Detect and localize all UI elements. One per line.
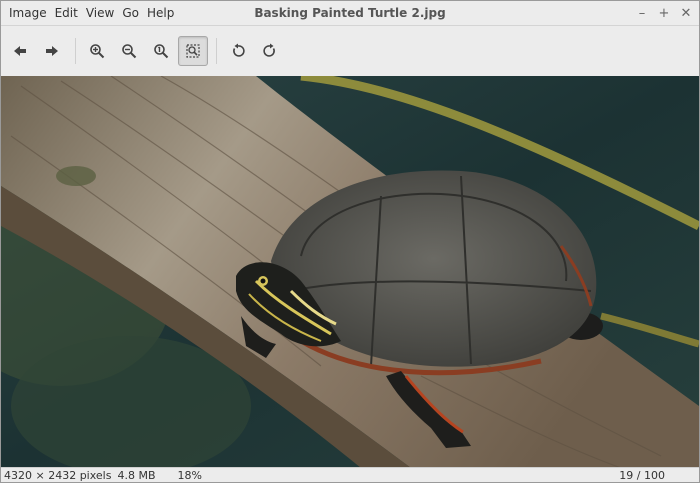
- toolbar-separator: [75, 38, 76, 64]
- image-canvas[interactable]: [1, 76, 699, 468]
- minimize-button[interactable]: –: [635, 6, 649, 21]
- title-bar: Image Edit View Go Help Basking Painted …: [1, 1, 699, 26]
- arrow-left-icon: [14, 46, 26, 56]
- image-dimensions: 4320 × 2432 pixels: [4, 468, 112, 482]
- arrow-right-icon: [46, 46, 58, 56]
- next-button[interactable]: [37, 36, 67, 66]
- zoom-out-icon: [122, 44, 137, 59]
- menu-image[interactable]: Image: [5, 6, 51, 20]
- turtle-photo: [1, 76, 699, 468]
- menu-help[interactable]: Help: [143, 6, 178, 20]
- image-viewer-window: Image Edit View Go Help Basking Painted …: [0, 0, 700, 483]
- window-controls: – + ✕: [635, 1, 693, 25]
- status-bar: 4320 × 2432 pixels 4.8 MB 18% 19 / 100: [1, 467, 699, 482]
- previous-button[interactable]: [5, 36, 35, 66]
- best-fit-button[interactable]: [178, 36, 208, 66]
- toolbar: [1, 26, 699, 77]
- menu-bar: Image Edit View Go Help: [5, 1, 178, 25]
- rotate-left-button[interactable]: [223, 36, 253, 66]
- file-size: 4.8 MB: [117, 468, 156, 482]
- zoom-level: 18%: [177, 468, 202, 482]
- image-position: 19 / 100: [619, 468, 665, 482]
- toolbar-separator: [216, 38, 217, 64]
- close-button[interactable]: ✕: [679, 6, 693, 21]
- zoom-normal-button[interactable]: [146, 36, 176, 66]
- menu-view[interactable]: View: [82, 6, 118, 20]
- zoom-out-button[interactable]: [114, 36, 144, 66]
- rotate-right-icon: [263, 43, 275, 57]
- rotate-right-button[interactable]: [255, 36, 285, 66]
- fit-icon: [186, 44, 200, 58]
- menu-go[interactable]: Go: [118, 6, 143, 20]
- rotate-left-icon: [233, 43, 245, 57]
- menu-edit[interactable]: Edit: [51, 6, 82, 20]
- zoom-original-icon: [154, 44, 169, 59]
- zoom-in-icon: [90, 44, 105, 59]
- zoom-in-button[interactable]: [82, 36, 112, 66]
- maximize-button[interactable]: +: [657, 6, 671, 21]
